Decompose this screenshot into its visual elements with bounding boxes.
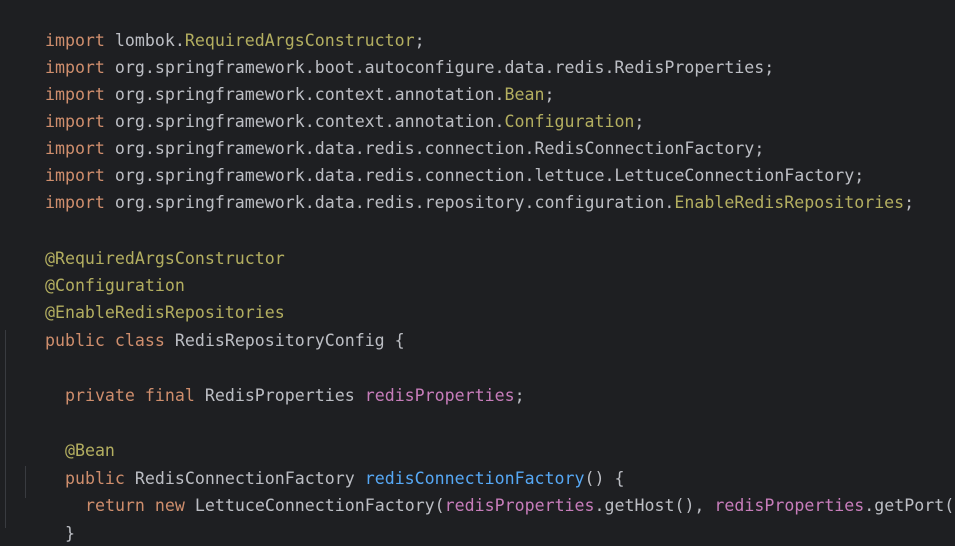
method-close-brace: } xyxy=(64,524,75,543)
code-line-4[interactable]: import org.springframework.context.annot… xyxy=(5,81,644,131)
import-class: EnableRedisRepositories xyxy=(674,193,905,212)
code-line-10[interactable]: @Configuration xyxy=(5,245,185,295)
keyword-import: import xyxy=(44,193,105,212)
code-line-19[interactable]: } xyxy=(25,493,75,543)
code-editor[interactable]: import lombok.RequiredArgsConstructor; i… xyxy=(0,0,955,546)
keyword-public: public xyxy=(44,331,105,350)
semicolon: ; xyxy=(904,193,915,212)
keyword-final: final xyxy=(144,386,195,405)
keyword-class: class xyxy=(114,331,165,350)
code-line-18[interactable]: return new LettuceConnectionFactory(redi… xyxy=(45,465,955,515)
field-reference: redisProperties xyxy=(444,496,595,515)
code-line-3[interactable]: import org.springframework.context.annot… xyxy=(5,54,555,104)
field-name: redisProperties xyxy=(364,386,515,405)
import-package: org.springframework.data.redis.repositor… xyxy=(114,193,675,212)
keyword-return: return xyxy=(84,496,145,515)
semicolon: ; xyxy=(514,386,525,405)
code-line-6[interactable]: import org.springframework.data.redis.co… xyxy=(5,135,864,185)
keyword-new: new xyxy=(154,496,185,515)
code-line-2[interactable]: import org.springframework.boot.autoconf… xyxy=(5,27,774,77)
code-line-11[interactable]: @EnableRedisRepositories xyxy=(5,272,285,322)
code-line-14[interactable]: private final RedisProperties redisPrope… xyxy=(25,355,525,405)
field-reference: redisProperties xyxy=(714,496,865,515)
code-line-12[interactable]: public class RedisRepositoryConfig { xyxy=(5,300,405,350)
keyword-private: private xyxy=(64,386,135,405)
code-line-5[interactable]: import org.springframework.data.redis.co… xyxy=(5,108,764,158)
code-line-20[interactable]: } xyxy=(5,520,55,546)
get-port-call: .getPort()); xyxy=(864,496,955,515)
code-line-9[interactable]: @RequiredArgsConstructor xyxy=(5,218,285,268)
code-line-1[interactable]: import lombok.RequiredArgsConstructor; xyxy=(5,0,425,50)
get-host-call: .getHost(), xyxy=(594,496,715,515)
code-line-7[interactable]: import org.springframework.data.redis.re… xyxy=(5,162,914,212)
constructor-call: LettuceConnectionFactory( xyxy=(194,496,445,515)
class-name: RedisRepositoryConfig { xyxy=(174,331,405,350)
code-line-16[interactable]: @Bean xyxy=(25,410,115,460)
semicolon: ; xyxy=(764,58,775,77)
code-line-17[interactable]: public RedisConnectionFactory redisConne… xyxy=(25,438,625,488)
field-type: RedisProperties xyxy=(204,386,355,405)
